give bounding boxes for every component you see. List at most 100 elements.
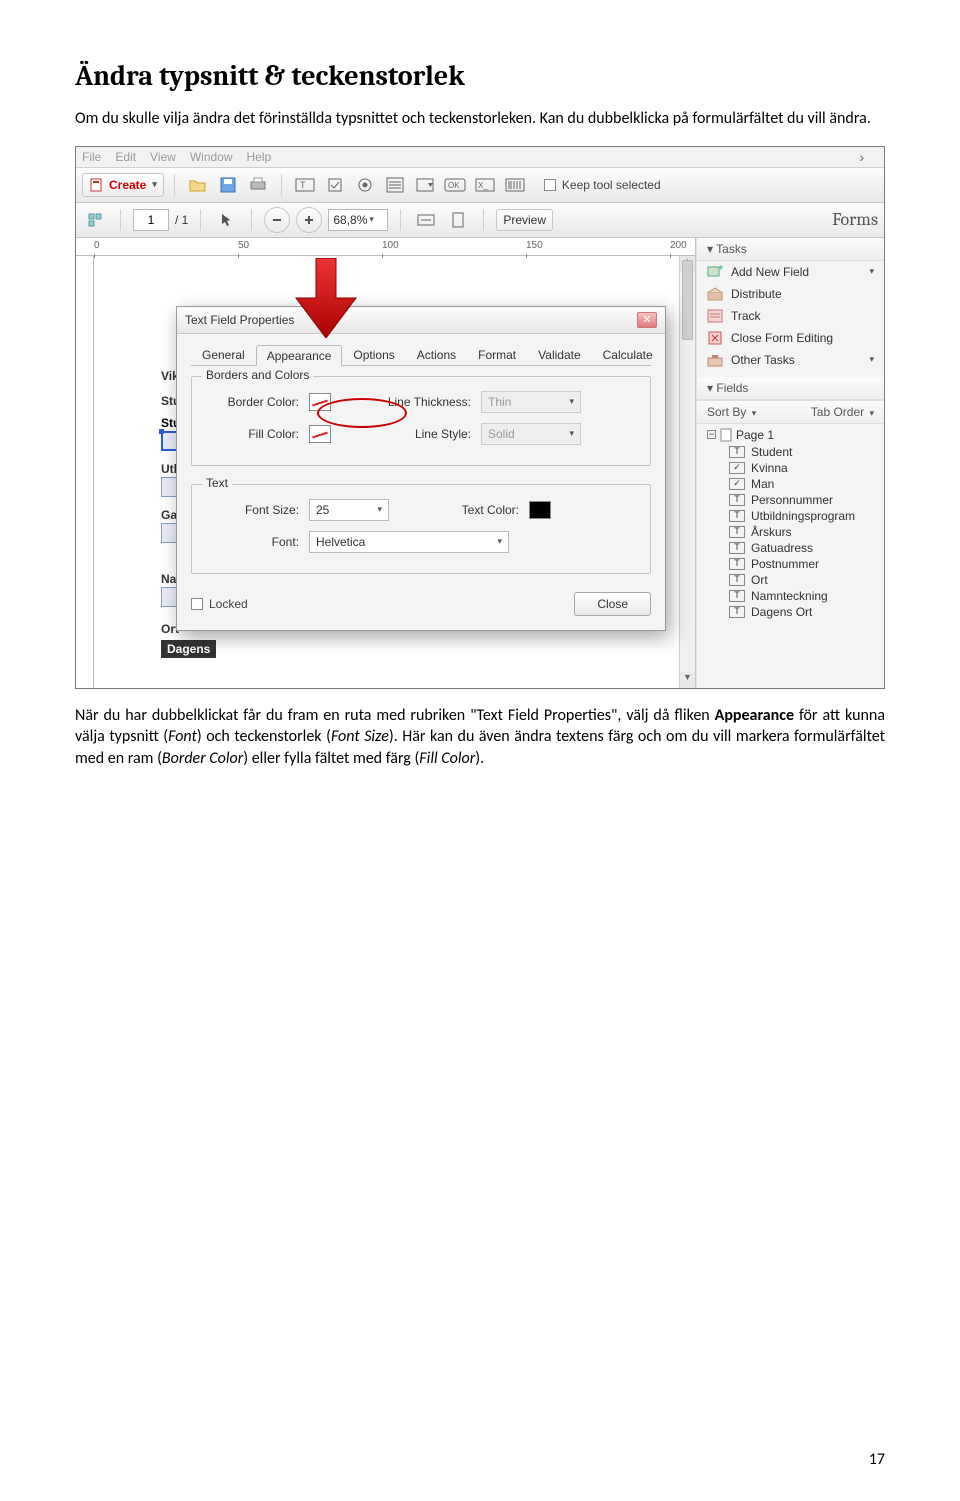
text-field-icon: T bbox=[729, 494, 745, 506]
fit-page-button[interactable] bbox=[445, 207, 471, 233]
open-button[interactable] bbox=[185, 172, 211, 198]
mid-text-segment: Font bbox=[168, 727, 197, 746]
folder-open-icon bbox=[189, 177, 207, 193]
tree-field-label: Namnteckning bbox=[751, 589, 828, 603]
tree-field-item[interactable]: T Namnteckning bbox=[701, 588, 880, 604]
task-add-new-field[interactable]: + Add New Field ▾ bbox=[697, 261, 884, 283]
tree-field-item[interactable]: TStudent bbox=[701, 444, 880, 460]
current-page-input[interactable] bbox=[133, 209, 169, 231]
dialog-close-button[interactable]: ✕ bbox=[637, 312, 657, 328]
text-field-tool[interactable]: T bbox=[292, 172, 318, 198]
task-other-tasks[interactable]: Other Tasks ▾ bbox=[697, 349, 884, 371]
scroll-down-button[interactable]: ▼ bbox=[680, 672, 695, 688]
fit-width-button[interactable] bbox=[413, 207, 439, 233]
create-button[interactable]: Create ▾ bbox=[82, 173, 164, 197]
locked-checkbox[interactable]: Locked bbox=[191, 597, 248, 611]
radio-tool[interactable] bbox=[352, 172, 378, 198]
fill-color-label: Fill Color: bbox=[204, 427, 299, 441]
document-scrollbar[interactable]: ▲ ▼ bbox=[679, 256, 695, 688]
tab-appearance[interactable]: Appearance bbox=[256, 345, 343, 366]
border-color-label: Border Color: bbox=[204, 395, 299, 409]
tab-validate[interactable]: Validate bbox=[527, 344, 591, 365]
checkbox-box bbox=[544, 179, 556, 191]
scroll-thumb[interactable] bbox=[682, 260, 693, 340]
line-thickness-dropdown[interactable]: Thin ▾ bbox=[481, 391, 581, 413]
plus-icon bbox=[303, 214, 315, 226]
chevron-down-icon: ▾ bbox=[497, 536, 502, 547]
zoom-level-input[interactable]: 68,8% ▾ bbox=[328, 209, 388, 231]
dropdown-tool[interactable] bbox=[412, 172, 438, 198]
checkbox-box bbox=[191, 598, 203, 610]
tab-format[interactable]: Format bbox=[467, 344, 527, 365]
tab-options[interactable]: Options bbox=[342, 344, 405, 365]
zoom-in-button[interactable] bbox=[296, 207, 322, 233]
ruler-tick: 150 bbox=[526, 240, 543, 251]
tree-field-item[interactable]: TPostnummer bbox=[701, 556, 880, 572]
toolbox-icon bbox=[707, 352, 723, 368]
task-close-form-editing[interactable]: Close Form Editing bbox=[697, 327, 884, 349]
dialog-close-action-button[interactable]: Close bbox=[574, 592, 651, 616]
select-tool[interactable] bbox=[213, 207, 239, 233]
font-label: Font: bbox=[204, 535, 299, 549]
chevron-down-icon: ▾ bbox=[869, 266, 874, 277]
print-button[interactable] bbox=[245, 172, 271, 198]
font-size-dropdown[interactable]: 25 ▾ bbox=[309, 499, 389, 521]
preview-button[interactable]: Preview bbox=[496, 209, 553, 231]
checkbox-field-icon: ✓ bbox=[729, 478, 745, 490]
tree-field-item[interactable]: TGatuadress bbox=[701, 540, 880, 556]
create-pdf-icon bbox=[89, 177, 105, 193]
tab-order-dropdown[interactable]: Tab Order ▾ bbox=[811, 405, 874, 419]
menubar-chevron-right-icon: › bbox=[859, 149, 864, 165]
text-color-swatch[interactable] bbox=[529, 501, 551, 519]
task-label: Close Form Editing bbox=[731, 331, 833, 345]
ok-button-icon: OK bbox=[444, 178, 466, 192]
tab-calculate[interactable]: Calculate bbox=[592, 344, 664, 365]
fill-color-swatch[interactable] bbox=[309, 425, 331, 443]
mid-text-segment: ). bbox=[475, 749, 484, 768]
tree-field-item[interactable]: ✓Kvinna bbox=[701, 460, 880, 476]
tree-field-item[interactable]: ✓Man bbox=[701, 476, 880, 492]
tree-page-node[interactable]: − Page 1 bbox=[701, 426, 880, 444]
font-dropdown[interactable]: Helvetica ▾ bbox=[309, 531, 509, 553]
ok-button-tool[interactable]: OK bbox=[442, 172, 468, 198]
menu-help[interactable]: Help bbox=[247, 150, 272, 164]
checkbox-tool[interactable] bbox=[322, 172, 348, 198]
tree-field-item[interactable]: TPersonnummer bbox=[701, 492, 880, 508]
tree-field-item[interactable]: TOrt bbox=[701, 572, 880, 588]
create-button-label: Create bbox=[109, 178, 146, 192]
task-distribute[interactable]: Distribute bbox=[697, 283, 884, 305]
mid-text-segment: Fill Color bbox=[419, 749, 475, 768]
tree-field-item[interactable]: TUtbildningsprogram bbox=[701, 508, 880, 524]
sort-by-dropdown[interactable]: Sort By ▾ bbox=[707, 405, 756, 419]
menu-edit[interactable]: Edit bbox=[115, 150, 136, 164]
chevron-down-icon: ▾ bbox=[152, 179, 157, 190]
tab-general[interactable]: General bbox=[191, 344, 256, 365]
tab-actions[interactable]: Actions bbox=[406, 344, 467, 365]
main-split: 0 50 100 150 200 0 50 100 150 Viktig inf bbox=[76, 238, 884, 688]
line-style-dropdown[interactable]: Solid ▾ bbox=[481, 423, 581, 445]
save-button[interactable] bbox=[215, 172, 241, 198]
barcode-tool[interactable] bbox=[502, 172, 528, 198]
preview-label: Preview bbox=[503, 213, 546, 227]
menu-window[interactable]: Window bbox=[190, 150, 233, 164]
task-label: Add New Field bbox=[731, 265, 809, 279]
task-track[interactable]: Track bbox=[697, 305, 884, 327]
total-pages: / 1 bbox=[175, 213, 188, 227]
zoom-out-button[interactable] bbox=[264, 207, 290, 233]
text-field-icon: T bbox=[729, 590, 745, 602]
signature-tool[interactable]: X_ bbox=[472, 172, 498, 198]
tree-field-item[interactable]: TDagens Ort bbox=[701, 604, 880, 620]
tree-field-item[interactable]: TÅrskurs bbox=[701, 524, 880, 540]
page-thumbnails-button[interactable] bbox=[82, 207, 108, 233]
chevron-down-icon: ▾ bbox=[377, 504, 382, 515]
font-value: Helvetica bbox=[316, 535, 365, 549]
ruler-tick: 50 bbox=[76, 394, 78, 405]
menu-view[interactable]: View bbox=[150, 150, 176, 164]
printer-icon bbox=[249, 177, 267, 193]
border-color-swatch[interactable] bbox=[309, 393, 331, 411]
svg-text:X_: X_ bbox=[478, 181, 488, 190]
menu-file[interactable]: File bbox=[82, 150, 101, 164]
keep-tool-checkbox[interactable]: Keep tool selected bbox=[544, 178, 661, 192]
text-field-icon: T bbox=[729, 574, 745, 586]
listbox-tool[interactable] bbox=[382, 172, 408, 198]
